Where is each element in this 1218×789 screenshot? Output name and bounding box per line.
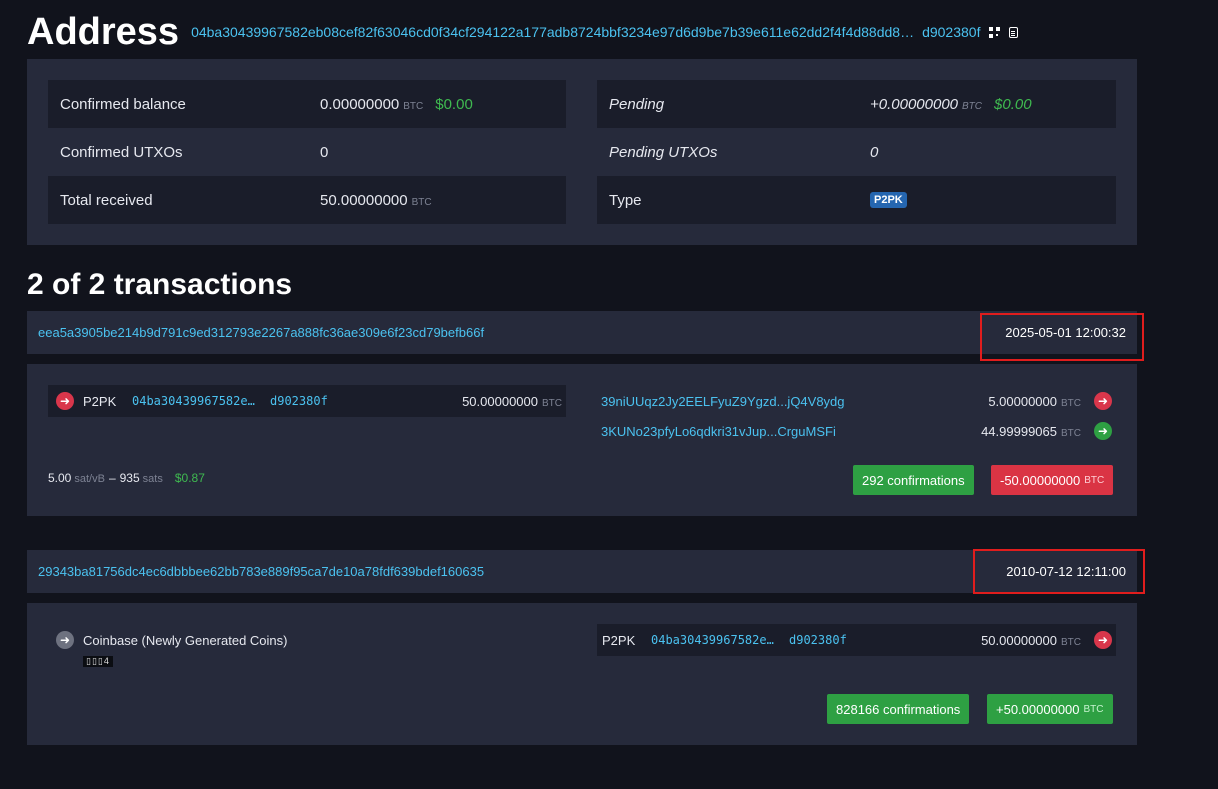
tx2-confirmations-button[interactable]: 828166 confirmations (827, 694, 970, 724)
tx1-delta-button[interactable]: -50.00000000 BTC (991, 465, 1114, 495)
tx1-output-amount-wrap-2: 44.99999065 BTC (981, 424, 1081, 439)
tx2-coinbase-badge: ▯▯▯4 (83, 656, 113, 667)
address-hash-tail[interactable]: d902380f (922, 24, 980, 40)
arrow-right-icon[interactable]: ➜ (1094, 631, 1112, 649)
type-value-wrap: P2PK (870, 192, 907, 208)
confirmed-utxos-value: 0 (320, 143, 329, 161)
pending-row: Pending +0.00000000 BTC $0.00 (597, 80, 1116, 128)
tx1-output-amount-2: 44.99999065 (981, 423, 1057, 439)
confirmed-balance-row: Confirmed balance 0.00000000 BTC $0.00 (48, 80, 566, 128)
tx2-output-amount-wrap: 50.00000000 BTC (981, 633, 1081, 648)
tx1-fee-info: 5.00 sat/vB – 935 sats $0.87 (48, 471, 205, 485)
confirmed-balance-label: Confirmed balance (60, 95, 186, 113)
tx1-input-address[interactable]: 04ba30439967582e… (132, 394, 255, 408)
type-badge: P2PK (870, 192, 907, 208)
total-received-row: Total received 50.00000000 BTC (48, 176, 566, 224)
arrow-right-icon[interactable]: ➜ (56, 392, 74, 410)
confirmed-utxos-row: Confirmed UTXOs 0 (48, 128, 566, 176)
tx2-output-amount: 50.00000000 (981, 632, 1057, 648)
tx2-output-address[interactable]: 04ba30439967582e… (651, 633, 774, 647)
qr-code-icon[interactable] (989, 26, 1001, 38)
confirmed-balance-value: 0.00000000 BTC $0.00 (320, 96, 473, 113)
tx2-output-type: P2PK (602, 632, 636, 648)
pending-utxos-row: Pending UTXOs 0 (597, 128, 1116, 176)
highlight-box-1 (980, 313, 1144, 361)
tx1-delta: -50.00000000 (1000, 472, 1081, 488)
pending-label: Pending (609, 95, 665, 113)
arrow-right-icon[interactable]: ➜ (1094, 422, 1112, 440)
tx2-delta-unit: BTC (1083, 703, 1104, 715)
tx1-fee-sep: – (108, 471, 116, 485)
tx2-coinbase-label: Coinbase (Newly Generated Coins) (83, 632, 288, 648)
arrow-right-icon: ➜ (56, 631, 74, 649)
confirmed-balance-amount: 0.00000000 (320, 95, 400, 113)
confirmed-balance-usd: $0.00 (435, 95, 473, 113)
tx1-input-row: ➜ P2PK 04ba30439967582e… d902380f 50.000… (48, 385, 566, 417)
tx1-fee-rate: 5.00 (48, 471, 72, 485)
tx1-output-row-2: 3KUNo23pfyLo6qdkri31vJup...CrguMSFi 44.9… (597, 415, 1116, 447)
tx-hash-1[interactable]: eea5a3905be214b9d791c9ed312793e2267a888f… (38, 325, 484, 340)
confirmed-balance-unit: BTC (403, 100, 424, 112)
tx1-input-address-tail[interactable]: d902380f (270, 394, 328, 408)
tx1-output-address-2[interactable]: 3KUNo23pfyLo6qdkri31vJup...CrguMSFi (601, 424, 836, 439)
tx1-input-amount-wrap: 50.00000000 BTC (462, 394, 562, 409)
pending-amount: +0.00000000 (870, 95, 959, 113)
pending-utxos-label: Pending UTXOs (609, 143, 718, 161)
tx2-output-unit: BTC (1061, 636, 1081, 648)
tx1-fee-usd: $0.87 (174, 471, 205, 485)
tx1-fee-sats-unit: sats (142, 473, 163, 485)
tx1-output-unit-2: BTC (1061, 427, 1081, 439)
arrow-right-icon[interactable]: ➜ (1094, 392, 1112, 410)
tx2-input-row: ➜ Coinbase (Newly Generated Coins) (48, 624, 566, 656)
page-header: Address 04ba30439967582eb08cef82f63046cd… (27, 10, 1019, 54)
tx1-delta-unit: BTC (1084, 474, 1105, 486)
pending-utxos-value: 0 (870, 143, 879, 161)
tx1-input-amount: 50.00000000 (462, 393, 538, 409)
highlight-box-2 (973, 549, 1145, 594)
tx-body-1: ➜ P2PK 04ba30439967582e… d902380f 50.000… (27, 364, 1137, 516)
tx1-fee-sats: 935 (119, 471, 140, 485)
tx-header-2: 29343ba81756dc4ec6dbbbee62bb783e889f95ca… (27, 550, 1137, 593)
type-label: Type (609, 191, 642, 209)
tx-body-2: ➜ Coinbase (Newly Generated Coins) ▯▯▯4 … (27, 603, 1137, 745)
tx2-delta-button[interactable]: +50.00000000 BTC (987, 694, 1113, 724)
total-received-value: 50.00000000 BTC (320, 192, 432, 209)
tx1-output-address-1[interactable]: 39niUUqz2Jy2EELFyuZ9Ygzd...jQ4V8ydg (601, 394, 845, 409)
pending-value: +0.00000000 BTC $0.00 (870, 96, 1032, 113)
tx-header-1: eea5a3905be214b9d791c9ed312793e2267a888f… (27, 311, 1137, 354)
tx2-delta: +50.00000000 (996, 701, 1080, 717)
tx1-input-unit: BTC (542, 397, 562, 409)
address-info-panel: Confirmed balance 0.00000000 BTC $0.00 P… (27, 59, 1137, 245)
confirmed-utxos-label: Confirmed UTXOs (60, 143, 183, 161)
tx1-output-amount-1: 5.00000000 (988, 393, 1057, 409)
tx1-input-type: P2PK (83, 393, 117, 409)
tx2-output-address-tail[interactable]: d902380f (789, 633, 847, 647)
transactions-heading: 2 of 2 transactions (27, 268, 293, 301)
tx1-output-row-1: 39niUUqz2Jy2EELFyuZ9Ygzd...jQ4V8ydg 5.00… (597, 385, 1116, 417)
type-row: Type P2PK (597, 176, 1116, 224)
pending-usd: $0.00 (994, 95, 1032, 113)
tx1-output-unit-1: BTC (1061, 397, 1081, 409)
pending-unit: BTC (962, 100, 983, 112)
total-received-amount: 50.00000000 (320, 191, 408, 209)
tx-hash-2[interactable]: 29343ba81756dc4ec6dbbbee62bb783e889f95ca… (38, 564, 484, 579)
page-title: Address (27, 10, 180, 53)
tx1-output-amount-wrap-1: 5.00000000 BTC (988, 394, 1081, 409)
total-received-label: Total received (60, 191, 153, 209)
total-received-unit: BTC (411, 196, 432, 208)
tx1-fee-rate-unit: sat/vB (74, 473, 105, 485)
tx2-output-row: P2PK 04ba30439967582e… d902380f 50.00000… (597, 624, 1116, 656)
address-hash[interactable]: 04ba30439967582eb08cef82f63046cd0f34cf29… (191, 24, 914, 40)
tx1-confirmations-button[interactable]: 292 confirmations (853, 465, 974, 495)
copy-icon[interactable] (1009, 26, 1019, 38)
